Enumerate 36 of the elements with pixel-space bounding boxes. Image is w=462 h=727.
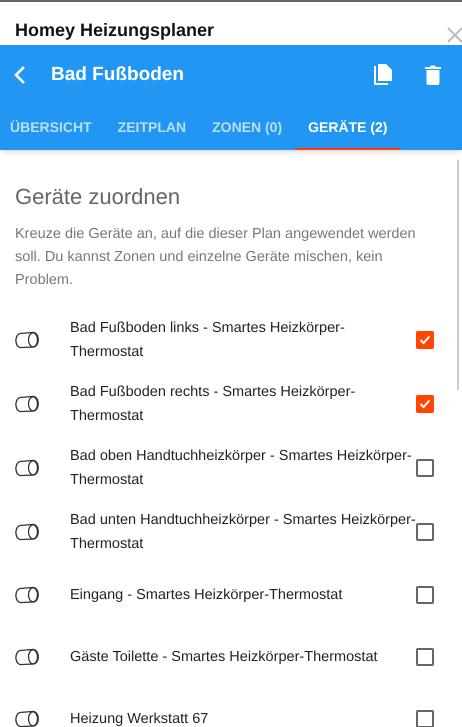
checkbox[interactable] <box>416 523 434 541</box>
valve-icon <box>15 331 41 349</box>
close-icon[interactable] <box>446 26 462 44</box>
tab[interactable]: ZONEN (0) <box>199 105 296 150</box>
device-name: Bad unten Handtuchheizkörper - Smartes Heizkörper-Thermostat <box>70 511 416 554</box>
window-title: Homey Heizungsplaner <box>15 19 214 42</box>
page-title: Bad Fußboden <box>51 62 185 87</box>
valve-icon <box>15 710 41 727</box>
copy-icon[interactable] <box>373 63 395 87</box>
checkmark-icon <box>419 335 431 345</box>
device-name: Gäste Toilette - Smartes Heizkörper-Thermostat <box>70 648 379 667</box>
section-description: Kreuze die Geräte an, auf die dieser Plan angewendet werden soll. Du kannst Zonen und einzelne Geräte mischen, kein Problem. <box>15 225 417 290</box>
device-name: Heizung Werkstatt 67 <box>70 710 210 727</box>
checkbox[interactable] <box>416 459 434 477</box>
trash-icon[interactable] <box>425 65 441 85</box>
device-name: Bad oben Handtuchheizkörper - Smartes Heizkörper-Thermostat <box>70 447 413 490</box>
valve-icon <box>15 586 41 604</box>
valve-icon <box>15 459 41 477</box>
checkbox[interactable] <box>416 331 434 349</box>
checkbox[interactable] <box>416 395 434 413</box>
scrollbar[interactable] <box>457 160 459 390</box>
checkbox[interactable] <box>416 710 434 727</box>
checkbox[interactable] <box>416 648 434 666</box>
section-heading: Geräte zuordnen <box>15 183 182 211</box>
device-name: Bad Fußboden links - Smartes Heizkörper-Thermostat <box>70 319 346 362</box>
tab[interactable]: ÜBERSICHT <box>0 105 105 150</box>
valve-icon <box>15 523 41 541</box>
valve-icon <box>15 648 41 666</box>
checkmark-icon <box>419 399 431 409</box>
checkbox[interactable] <box>416 586 434 604</box>
back-icon[interactable] <box>13 65 27 85</box>
valve-icon <box>15 395 41 413</box>
tab[interactable]: ZEITPLAN <box>104 105 200 150</box>
device-name: Bad Fußboden rechts - Smartes Heizkörper-Thermostat <box>70 383 356 426</box>
tab[interactable]: GERÄTE (2) <box>295 105 400 150</box>
device-name: Eingang - Smartes Heizkörper-Thermostat <box>70 586 344 605</box>
